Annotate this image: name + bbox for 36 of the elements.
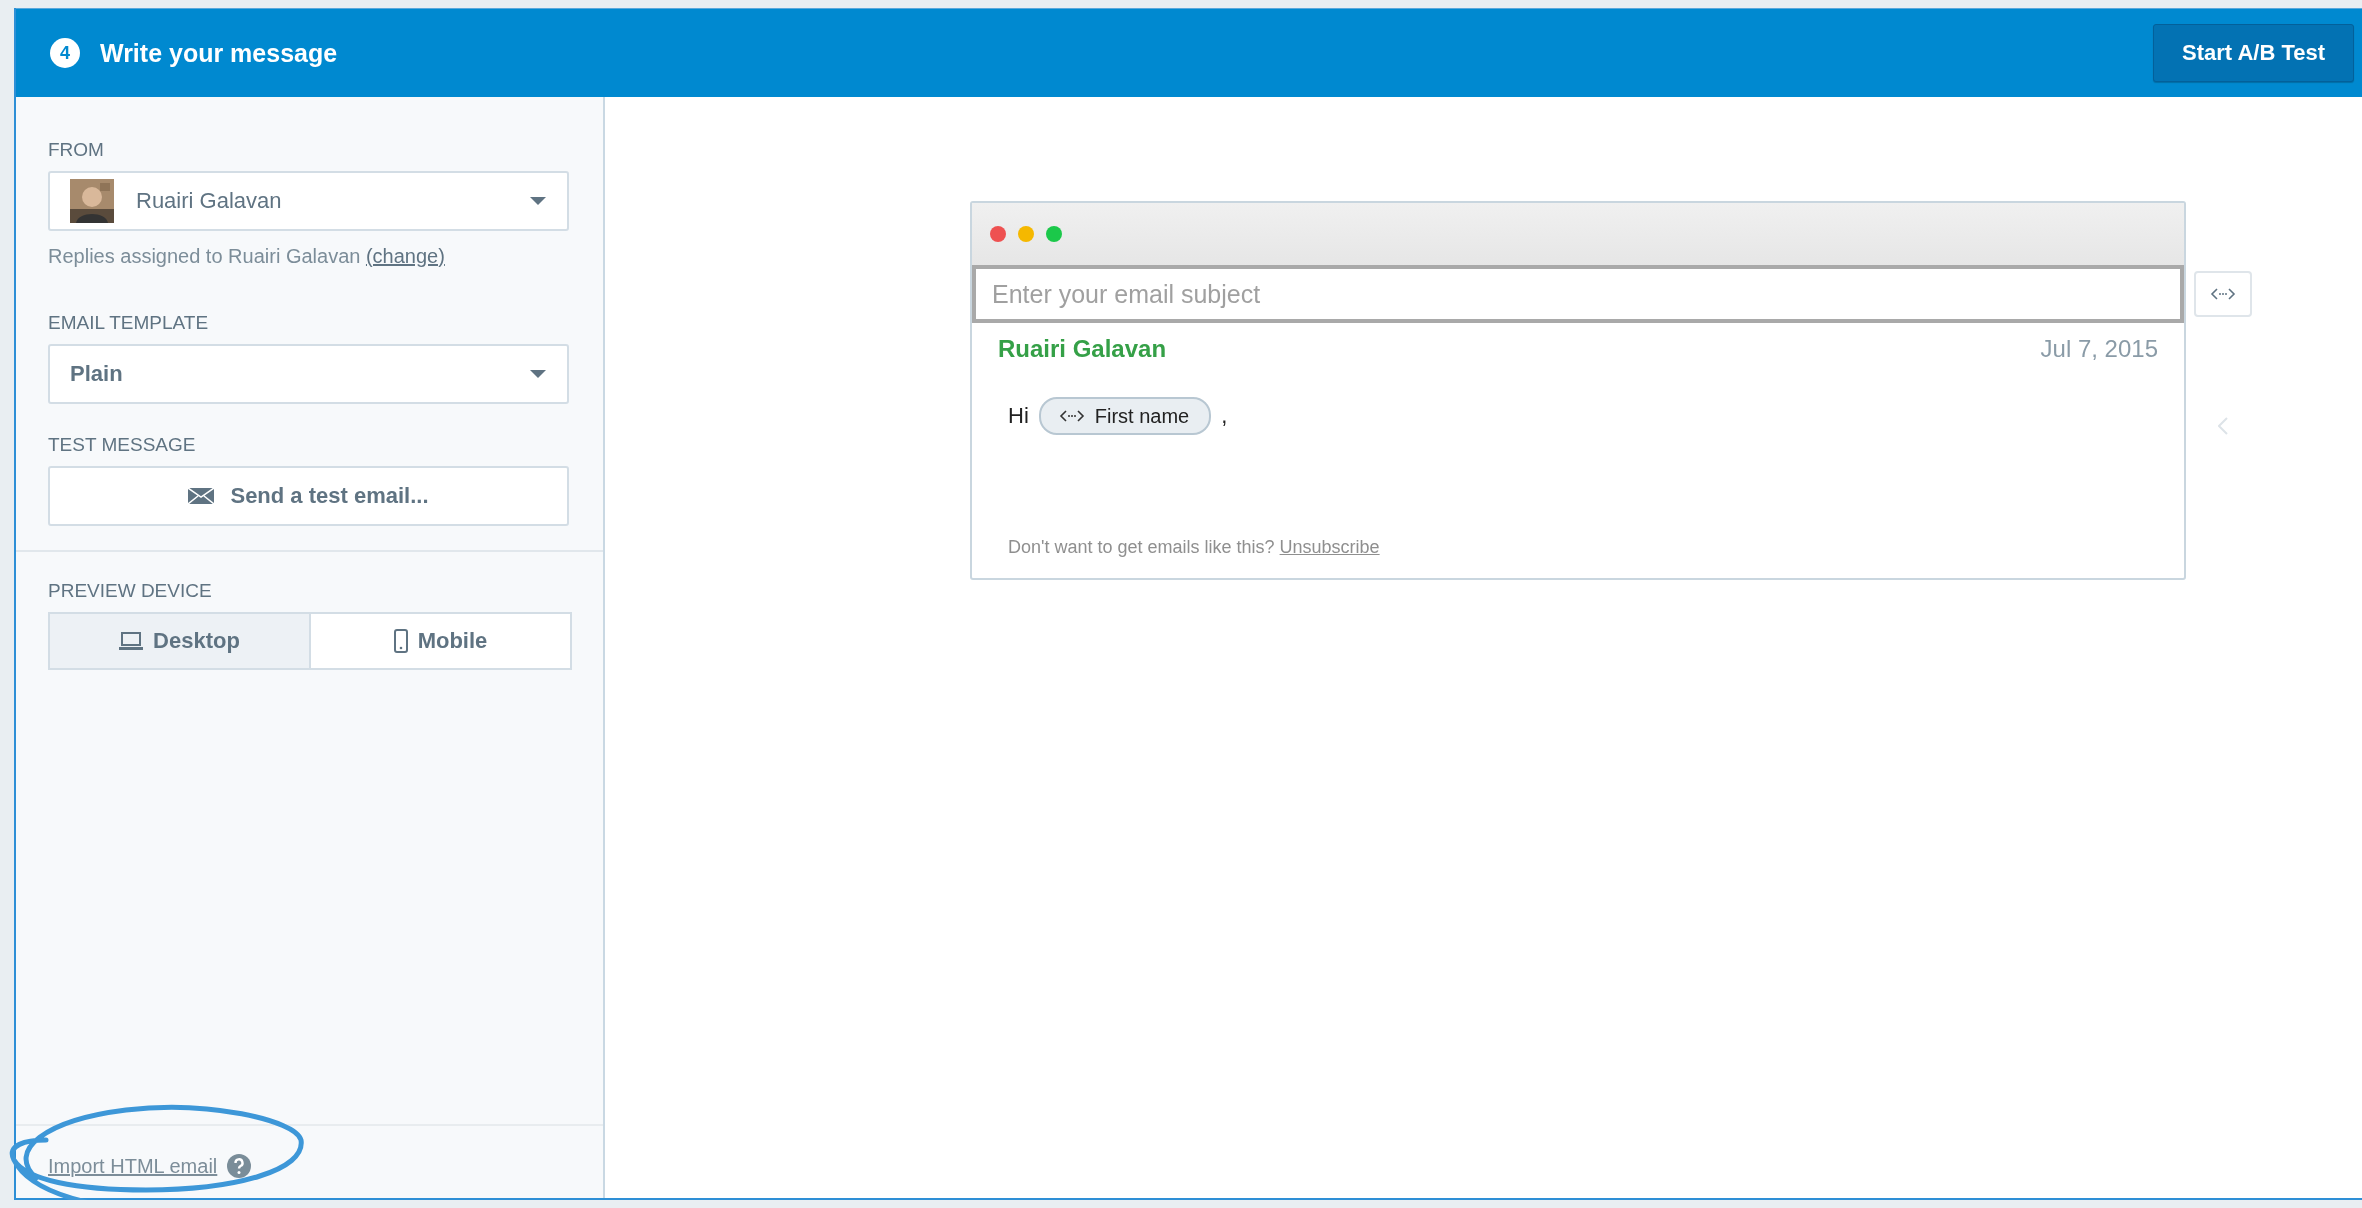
window-control-icon[interactable] [1018,226,1034,242]
email-date: Jul 7, 2015 [2040,335,2158,363]
help-icon[interactable] [227,1154,252,1178]
caret-icon [529,196,547,206]
phone-icon [393,629,408,653]
replies-note: Replies assigned to Ruairi Galavan (change) [48,245,446,268]
greeting-text: Hi [1008,403,1029,429]
send-test-email-button[interactable]: Send a test email... [48,466,569,526]
code-icon [1058,409,1085,423]
field-label: TEST MESSAGE [48,434,197,456]
sender-name: Ruairi Galavan [998,335,1167,363]
insert-tag-button[interactable] [2194,271,2252,317]
import-html-link[interactable]: Import HTML email [48,1154,218,1178]
step-number-badge: 4 [50,38,80,68]
field-label: PREVIEW DEVICE [48,580,213,602]
unsubscribe-link[interactable]: Unsubscribe [1279,537,1380,557]
device-tab[interactable]: Mobile [311,612,572,670]
template-dropdown[interactable]: Plain [48,344,569,404]
window-control-icon[interactable] [990,226,1006,242]
sender-dropdown[interactable]: Ruairi Galavan [48,171,569,231]
field-label: EMAIL TEMPLATE [48,312,210,334]
code-icon [2210,287,2236,301]
section-title: Write your message [100,38,339,68]
chevron-left-icon[interactable] [2218,417,2228,435]
change-link[interactable]: (change) [365,245,445,267]
subject-field[interactable]: Enter your email subject [972,265,2184,323]
comma-text: , [1221,403,1228,429]
device-tab[interactable]: Desktop [48,612,311,670]
field-label: FROM [48,139,105,161]
window-control-icon[interactable] [1046,226,1062,242]
merge-tag-chip[interactable]: First name [1038,397,1212,435]
unsubscribe-note: Don't want to get emails like this? Unsubscribe [1007,536,1381,559]
caret-icon [529,369,547,379]
laptop-icon [119,632,144,650]
start-ab-test-button[interactable]: Start A/B Test [2152,24,2354,82]
envelope-icon [188,488,215,504]
